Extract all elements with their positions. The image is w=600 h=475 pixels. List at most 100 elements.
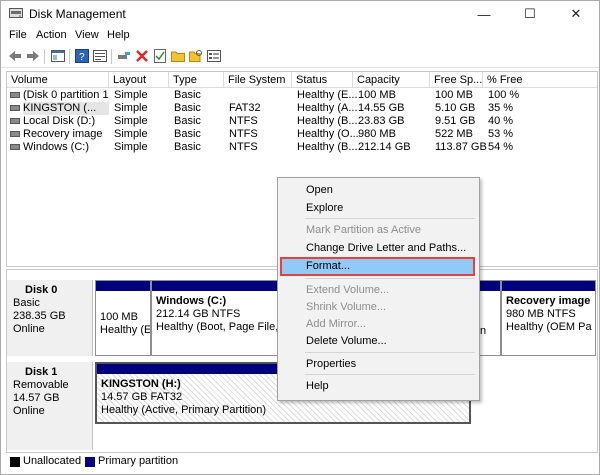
menu-item-delete-volume[interactable]: Delete Volume... <box>306 333 387 349</box>
cell-type: Basic <box>174 128 201 140</box>
legend: Unallocated Primary partition <box>6 453 596 471</box>
disk-1-label[interactable]: Disk 1 Removable 14.57 GB Online <box>7 362 93 450</box>
disk-type: Basic <box>13 297 40 309</box>
menu-action[interactable]: Action <box>36 29 67 41</box>
disk-management-app-icon <box>9 7 23 19</box>
menu-bar: File Action View Help <box>1 27 599 45</box>
table-row[interactable]: Local Disk (D:) Simple Basic NTFS Health… <box>7 115 597 128</box>
cell-layout: Simple <box>114 89 148 101</box>
disk-state: Online <box>13 323 45 335</box>
cell-free-space: 522 MB <box>435 128 473 140</box>
column-header-status[interactable]: Status <box>292 72 353 88</box>
cell-free-space: 113.87 GB <box>435 141 487 153</box>
column-header-file-system[interactable]: File System <box>224 72 292 88</box>
volume-icon <box>10 118 20 124</box>
table-row[interactable]: (Disk 0 partition 1) Simple Basic Health… <box>7 89 597 102</box>
forward-icon[interactable] <box>25 48 41 64</box>
menu-item-help[interactable]: Help <box>306 378 329 394</box>
cell-volume: KINGSTON (... <box>23 102 109 115</box>
partition-status: Healthy (Active, Primary Partition) <box>101 404 267 416</box>
cell-free-space: 9.51 GB <box>435 115 476 127</box>
close-button[interactable]: ✕ <box>553 1 599 27</box>
view-icon[interactable] <box>206 48 222 64</box>
console-icon[interactable] <box>50 48 66 64</box>
delete-icon[interactable] <box>134 48 150 64</box>
partition-status: n <box>480 325 487 337</box>
cell-type: Basic <box>174 115 201 127</box>
partition-status: Healthy (Boot, Page File, Cras <box>156 321 282 333</box>
menu-item-mark-active: Mark Partition as Active <box>306 224 421 236</box>
column-header-capacity[interactable]: Capacity <box>353 72 430 88</box>
partition-disk0-p1[interactable]: 100 MB Healthy (E <box>95 280 151 356</box>
cell-volume: (Disk 0 partition 1) <box>23 89 109 101</box>
menu-separator <box>305 278 475 279</box>
menu-help[interactable]: Help <box>107 29 130 41</box>
partition-size: 100 MB <box>100 311 138 323</box>
partition-size: 980 MB NTFS <box>506 308 576 320</box>
partition-recovery-image[interactable]: Recovery image 980 MB NTFS Healthy (OEM … <box>501 280 596 356</box>
legend-swatch-unallocated <box>10 457 20 467</box>
partition-bar <box>502 281 595 291</box>
cell-layout: Simple <box>114 102 148 114</box>
disk-0-label[interactable]: Disk 0 Basic 238.35 GB Online <box>7 280 93 356</box>
column-header-free-space[interactable]: Free Sp... <box>430 72 483 88</box>
menu-item-extend-volume: Extend Volume... <box>306 284 390 296</box>
disk-size: 238.35 GB <box>13 310 66 322</box>
partition-size: 212.14 GB NTFS <box>156 308 241 320</box>
disk-name: Disk 0 <box>25 284 58 296</box>
partition-local-disk-d[interactable]: n <box>477 280 501 356</box>
toolbar-separator <box>69 49 70 64</box>
cell-type: Basic <box>174 102 201 114</box>
menu-separator <box>305 374 475 375</box>
menu-view[interactable]: View <box>75 29 99 41</box>
table-row[interactable]: Windows (C:) Simple Basic NTFS Healthy (… <box>7 141 597 154</box>
partition-name: KINGSTON (H:) <box>101 378 181 390</box>
cell-percent-free: 54 % <box>488 141 514 153</box>
column-header-volume[interactable]: Volume <box>7 72 109 88</box>
disk-size: 14.57 GB <box>13 392 60 404</box>
minimize-button[interactable]: — <box>461 1 507 27</box>
menu-item-explore[interactable]: Explore <box>306 200 343 216</box>
cell-volume: Local Disk (D:) <box>23 115 96 127</box>
find-icon[interactable] <box>188 48 204 64</box>
partition-bar <box>152 281 282 291</box>
cell-type: Basic <box>174 89 201 101</box>
menu-item-shrink-volume: Shrink Volume... <box>306 301 387 313</box>
menu-separator <box>305 352 475 353</box>
partition-windows-c[interactable]: Windows (C:) 212.14 GB NTFS Healthy (Boo… <box>151 280 283 356</box>
volume-icon <box>10 92 20 98</box>
table-row[interactable]: Recovery image Simple Basic NTFS Healthy… <box>7 128 597 141</box>
connect-icon[interactable] <box>116 48 132 64</box>
open-folder-icon[interactable] <box>170 48 186 64</box>
window-title: Disk Management <box>29 7 126 21</box>
menu-item-change-drive-letter[interactable]: Change Drive Letter and Paths... <box>306 240 466 256</box>
context-menu: Open Explore Mark Partition as Active Ch… <box>277 177 480 401</box>
partition-status: Healthy (OEM Pa <box>506 321 592 333</box>
partition-size: 14.57 GB FAT32 <box>101 391 183 403</box>
table-row[interactable]: KINGSTON (... Simple Basic FAT32 Healthy… <box>7 102 597 115</box>
cell-percent-free: 35 % <box>488 102 514 114</box>
disk-management-window: Disk Management — ☐ ✕ File Action View H… <box>0 0 600 475</box>
column-header-percent-free[interactable]: % Free <box>483 72 597 88</box>
help-icon[interactable]: ? <box>74 48 90 64</box>
column-header-layout[interactable]: Layout <box>109 72 169 88</box>
partition-bar <box>96 281 150 291</box>
menu-item-open[interactable]: Open <box>306 182 333 198</box>
volume-icon <box>10 144 20 150</box>
partition-bar <box>478 281 500 291</box>
properties-icon[interactable] <box>92 48 108 64</box>
menu-item-format[interactable]: Format... <box>306 258 350 274</box>
menu-item-properties[interactable]: Properties <box>306 356 356 372</box>
cell-status: Healthy (O... <box>297 128 359 140</box>
partition-status: Healthy (E <box>100 324 151 336</box>
maximize-button[interactable]: ☐ <box>507 1 553 27</box>
menu-item-add-mirror: Add Mirror... <box>306 318 366 330</box>
check-icon[interactable] <box>152 48 168 64</box>
legend-label-primary: Primary partition <box>98 455 179 467</box>
cell-file-system: NTFS <box>229 141 258 153</box>
menu-file[interactable]: File <box>9 29 27 41</box>
cell-status: Healthy (B... <box>297 141 358 153</box>
column-header-type[interactable]: Type <box>169 72 224 88</box>
cell-status: Healthy (B... <box>297 115 358 127</box>
back-icon[interactable] <box>7 48 23 64</box>
